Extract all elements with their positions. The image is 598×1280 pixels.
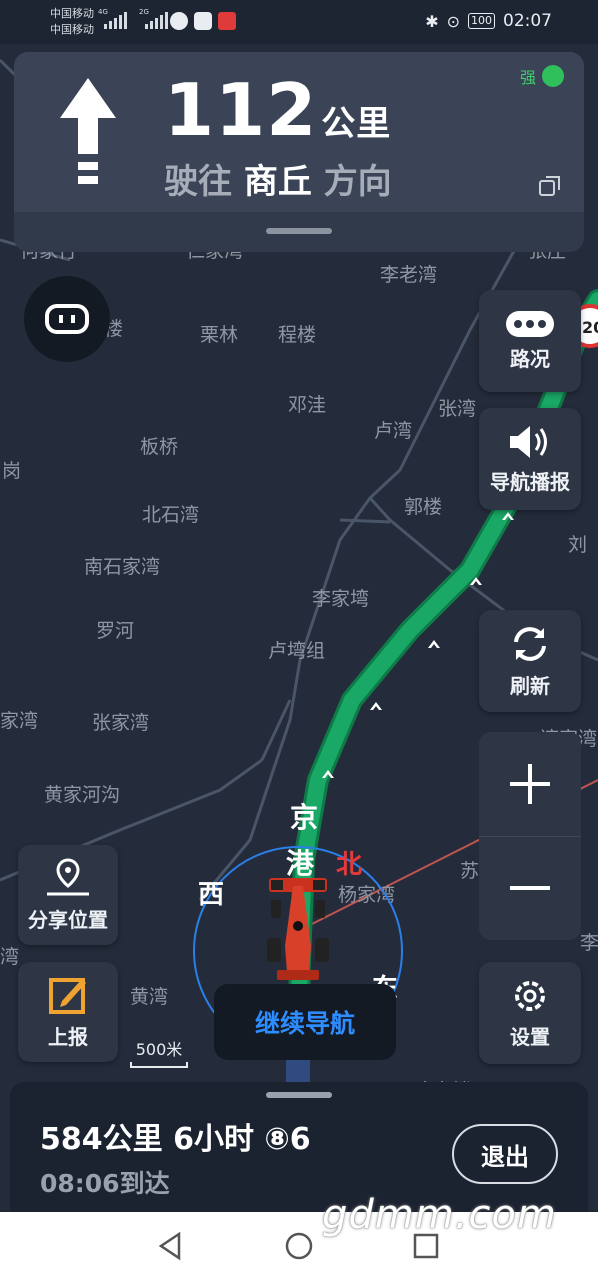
traffic-label: 路况 xyxy=(510,346,550,371)
place-label: 板桥 xyxy=(140,436,179,458)
settings-label: 设置 xyxy=(510,1024,550,1049)
signal-group: 4G 2G xyxy=(98,8,168,29)
road-prefix: 驶往 xyxy=(164,162,232,202)
browser-icon xyxy=(170,12,188,30)
bluetooth-icon: ✱ xyxy=(425,11,439,31)
compass-north: 北 xyxy=(336,850,363,880)
distance-unit: 公里 xyxy=(321,104,392,144)
map-scale: 500米 xyxy=(130,1036,188,1068)
gear-icon xyxy=(515,980,545,1011)
place-label: 郭楼 xyxy=(404,496,443,518)
direction-header: 112 公里 驶往 商丘 方向 强 xyxy=(14,52,584,212)
place-label: 张家湾 xyxy=(92,712,150,734)
gps-signal-icon xyxy=(542,65,564,87)
status-bar: 中国移动 中国移动 4G 2G ✱ ⊙ 100 02:07 xyxy=(0,0,598,44)
share-location-label: 分享位置 xyxy=(28,907,108,932)
place-label: 南石家湾 xyxy=(84,556,161,578)
road-suffix: 方向 xyxy=(323,162,392,202)
carrier-2: 中国移动 xyxy=(50,23,94,36)
trip-panel-grip-handle[interactable] xyxy=(266,1092,332,1098)
robot-face-icon xyxy=(45,304,89,334)
place-label: 刘 xyxy=(568,534,588,556)
place-label: 卢塆组 xyxy=(268,640,326,662)
copy-icon[interactable] xyxy=(538,174,562,198)
place-label: 李 xyxy=(580,932,598,954)
location-app-icon xyxy=(194,12,212,30)
zoom-control xyxy=(479,732,581,940)
report-label: 上报 xyxy=(48,1024,88,1049)
exit-navigation-button[interactable]: 退出 xyxy=(452,1124,558,1184)
report-button[interactable]: 上报 xyxy=(18,962,118,1062)
place-label: 卢湾 xyxy=(374,420,413,442)
place-label: 李家塆 xyxy=(312,588,370,610)
place-label: 苏 xyxy=(460,860,480,882)
carrier-info: 中国移动 中国移动 xyxy=(50,6,94,38)
zoom-in-button[interactable] xyxy=(479,732,581,836)
refresh-icon xyxy=(514,626,546,661)
place-label: 邓洼 xyxy=(288,394,327,416)
plus-icon xyxy=(510,764,550,804)
place-label: 家湾 xyxy=(0,710,39,732)
road-direction: 驶往 商丘 方向 xyxy=(164,160,392,204)
scale-bar xyxy=(130,1062,188,1068)
traffic-button[interactable]: 路况 xyxy=(479,290,581,392)
status-right: ✱ ⊙ 100 02:07 xyxy=(425,11,552,31)
place-label: 湾 xyxy=(0,946,20,968)
refresh-button[interactable]: 刷新 xyxy=(479,610,581,712)
panel-grip-handle[interactable] xyxy=(266,228,332,234)
scale-label: 500米 xyxy=(135,1040,183,1059)
trip-summary: 584公里 6小时 ⑧6 xyxy=(40,1122,311,1157)
road-name-char: 京 xyxy=(290,801,319,834)
refresh-label: 刷新 xyxy=(510,673,550,698)
watermark: gdmm.com xyxy=(322,1192,557,1238)
gps-signal: 强 xyxy=(520,64,564,88)
clock: 02:07 xyxy=(503,11,552,31)
continue-navigation-button[interactable]: 继续导航 xyxy=(214,984,396,1060)
minus-icon xyxy=(510,886,550,890)
location-icon: ⊙ xyxy=(446,11,460,31)
place-label: 岗 xyxy=(2,460,22,482)
place-label: 黄湾 xyxy=(130,986,169,1008)
place-label: 栗林 xyxy=(200,324,239,346)
battery-icon: 100 xyxy=(468,13,495,29)
direction-panel[interactable]: 112 公里 驶往 商丘 方向 强 xyxy=(14,52,584,252)
place-label: 李老湾 xyxy=(380,264,438,286)
voice-assistant-button[interactable] xyxy=(24,276,110,362)
car-marker-icon xyxy=(267,878,329,980)
place-label: 罗河 xyxy=(96,620,135,642)
share-location-button[interactable]: 分享位置 xyxy=(18,845,118,945)
place-label: 程楼 xyxy=(278,324,317,346)
location-pin-icon xyxy=(47,857,89,895)
voice-broadcast-label: 导航播报 xyxy=(490,469,570,494)
voice-broadcast-button[interactable]: 导航播报 xyxy=(479,408,581,510)
traffic-icon xyxy=(506,310,554,337)
signal-1-icon: 4G xyxy=(98,8,127,29)
straight-arrow-icon xyxy=(60,78,116,184)
speed-limit-sign: 20 xyxy=(582,318,598,337)
gps-strength-label: 强 xyxy=(519,68,536,87)
settings-button[interactable]: 设置 xyxy=(479,962,581,1064)
place-label: 张湾 xyxy=(438,398,477,420)
place-label: 黄家河沟 xyxy=(44,784,121,806)
back-icon[interactable] xyxy=(155,1230,187,1262)
zoom-out-button[interactable] xyxy=(479,836,581,940)
home-icon[interactable] xyxy=(283,1230,315,1262)
road-name: 商丘 xyxy=(243,162,312,202)
place-label: 北石湾 xyxy=(142,504,200,526)
report-edit-icon xyxy=(49,977,86,1014)
mic-icon xyxy=(218,12,236,30)
speaker-icon xyxy=(510,425,547,458)
carrier-1: 中国移动 xyxy=(50,7,94,20)
trip-eta: 08:06到达 xyxy=(40,1169,170,1198)
signal-2-icon: 2G xyxy=(139,8,168,29)
next-turn-distance: 112 公里 xyxy=(164,68,392,152)
compass-west: 西 xyxy=(198,880,225,910)
